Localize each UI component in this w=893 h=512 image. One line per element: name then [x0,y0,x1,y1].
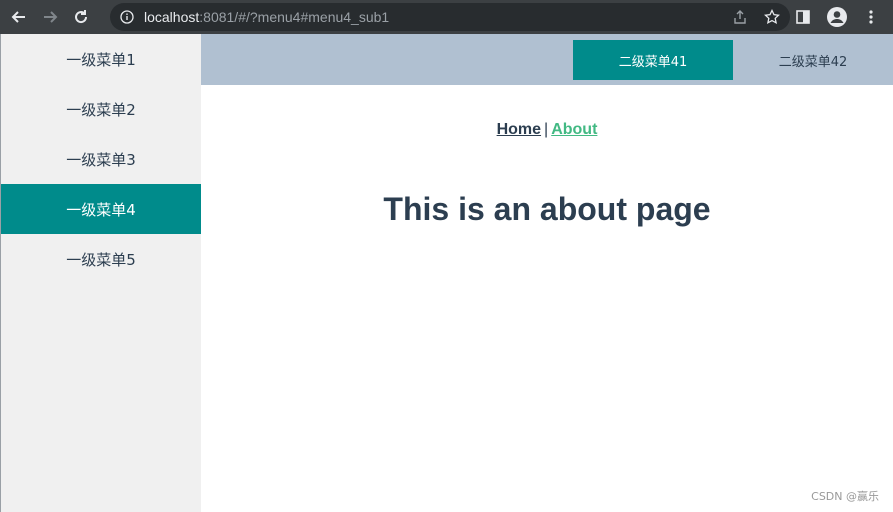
browser-toolbar: localhost:8081/#/?menu4#menu4_sub1 [0,0,893,34]
info-icon[interactable] [119,9,135,25]
more-menu-icon[interactable] [859,5,883,29]
sidebar: 一级菜单1 一级菜单2 一级菜单3 一级菜单4 一级菜单5 [1,34,201,512]
url-host: localhost [144,9,200,25]
main-content: Home | About This is an about page [201,85,893,512]
sidebar-item-menu4[interactable]: 一级菜单4 [1,184,201,234]
home-link[interactable]: Home [497,121,541,138]
sidebar-item-menu2[interactable]: 一级菜单2 [1,84,201,134]
tab-submenu42[interactable]: 二级菜单42 [733,40,893,80]
about-link[interactable]: About [551,121,597,138]
submenu-bar: 二级菜单41 二级菜单42 [201,34,893,85]
address-bar[interactable]: localhost:8081/#/?menu4#menu4_sub1 [110,3,790,31]
tab-submenu41[interactable]: 二级菜单41 [573,40,733,80]
forward-arrow-icon[interactable] [38,5,62,29]
router-nav: Home | About [201,121,893,139]
url-text[interactable]: localhost:8081/#/?menu4#menu4_sub1 [144,9,389,25]
back-arrow-icon[interactable] [7,5,31,29]
bookmark-star-icon[interactable] [762,7,782,27]
profile-avatar-icon[interactable] [825,5,849,29]
sidebar-item-menu1[interactable]: 一级菜单1 [1,34,201,84]
side-panel-icon[interactable] [791,5,815,29]
sidebar-item-menu5[interactable]: 一级菜单5 [1,234,201,284]
share-icon[interactable] [730,7,750,27]
sidebar-item-menu3[interactable]: 一级菜单3 [1,134,201,184]
url-path: :8081/#/?menu4#menu4_sub1 [199,9,390,25]
nav-separator: | [544,121,549,138]
watermark: CSDN @赢乐 [811,490,879,503]
page-heading: This is an about page [383,191,711,227]
reload-icon[interactable] [69,5,93,29]
